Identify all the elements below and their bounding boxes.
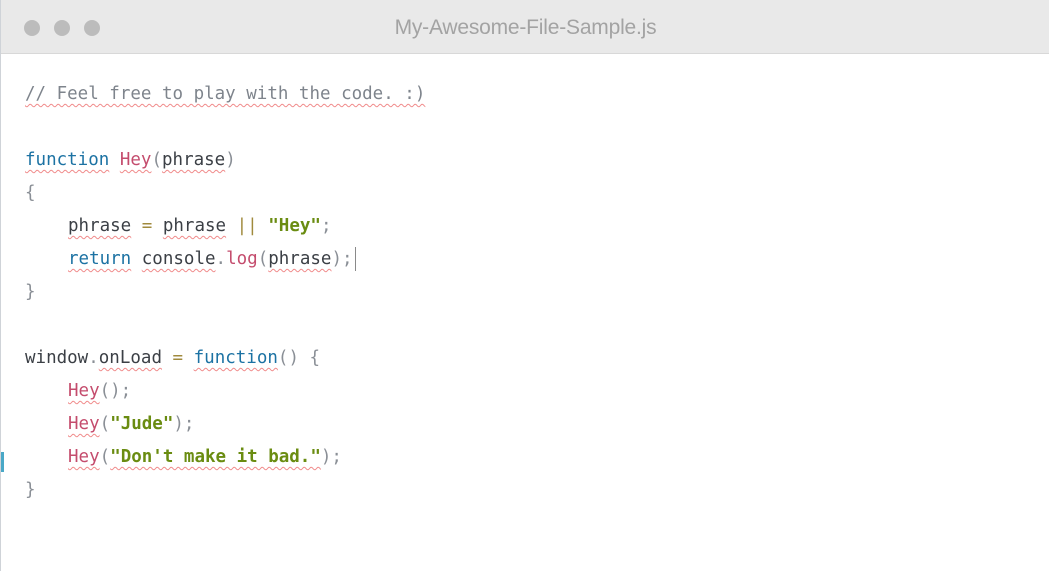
- call-end: );: [173, 414, 195, 434]
- keyword-return: return: [68, 249, 132, 269]
- function-name: Hey: [119, 150, 152, 170]
- dot: .: [88, 348, 99, 368]
- dot: .: [215, 249, 227, 269]
- code-line[interactable]: }: [25, 276, 1049, 309]
- code-line-blank[interactable]: [25, 111, 1049, 144]
- editor-window: My-Awesome-File-Sample.js // Feel free t…: [0, 0, 1049, 571]
- window-title: My-Awesome-File-Sample.js: [394, 16, 657, 39]
- paren-open: (: [151, 150, 162, 170]
- variable: phrase: [68, 216, 132, 236]
- keyword-function: function: [25, 150, 110, 170]
- parens: (): [277, 348, 299, 368]
- call-end: );: [331, 249, 353, 269]
- brace-open: {: [299, 348, 321, 368]
- brace-close: }: [25, 480, 36, 500]
- window-object: window: [25, 348, 89, 368]
- function-call: Hey: [68, 414, 100, 434]
- paren-open: (: [99, 447, 111, 467]
- semicolon: ;: [320, 216, 332, 236]
- code-line[interactable]: window.onLoad = function() {: [25, 342, 1049, 375]
- comment-text: // Feel free to play with the code. :): [25, 84, 426, 104]
- argument: phrase: [268, 249, 332, 269]
- code-line[interactable]: return console.log(phrase);: [25, 243, 1049, 276]
- code-line[interactable]: {: [25, 177, 1049, 210]
- text-cursor: [354, 247, 356, 271]
- string-literal: "Don't make it bad.": [110, 447, 321, 467]
- call-empty: ();: [99, 381, 132, 401]
- paren-open: (: [257, 249, 269, 269]
- code-line[interactable]: Hey();: [25, 375, 1049, 408]
- title-bar: My-Awesome-File-Sample.js: [1, 0, 1049, 54]
- operator-or: ||: [236, 216, 258, 236]
- code-line[interactable]: }: [25, 474, 1049, 507]
- parameter: phrase: [162, 150, 226, 170]
- code-line[interactable]: function Hey(phrase): [25, 144, 1049, 177]
- string-literal: "Hey": [268, 216, 321, 236]
- function-call: Hey: [68, 447, 100, 467]
- keyword-function: function: [193, 348, 278, 368]
- code-line[interactable]: Hey("Don't make it bad.");: [25, 441, 1049, 474]
- call-end: );: [320, 447, 342, 467]
- paren-open: (: [99, 414, 111, 434]
- method-log: log: [226, 249, 258, 269]
- variable: phrase: [162, 216, 227, 236]
- paren-close: ): [225, 150, 236, 170]
- operator-equals: =: [172, 348, 184, 368]
- operator-equals: =: [141, 216, 153, 236]
- function-call: Hey: [68, 381, 100, 401]
- gutter-marker: [1, 452, 4, 472]
- code-line[interactable]: phrase = phrase || "Hey";: [25, 210, 1049, 243]
- brace-open: {: [25, 183, 36, 203]
- code-line[interactable]: Hey("Jude");: [25, 408, 1049, 441]
- code-line[interactable]: // Feel free to play with the code. :): [25, 78, 1049, 111]
- brace-close: }: [25, 282, 36, 302]
- console-object: console: [141, 249, 216, 269]
- code-editor[interactable]: // Feel free to play with the code. :) f…: [25, 78, 1049, 507]
- code-line-blank[interactable]: [25, 309, 1049, 342]
- string-literal: "Jude": [110, 414, 174, 434]
- property-onload: onLoad: [98, 348, 162, 368]
